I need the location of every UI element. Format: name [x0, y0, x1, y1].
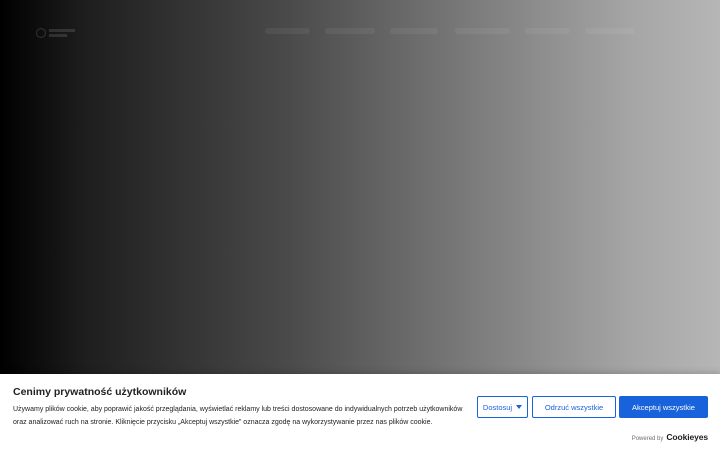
powered-by[interactable]: Powered by Cookieyes: [632, 432, 708, 442]
powered-by-label: Powered by: [631, 436, 664, 442]
accept-all-button[interactable]: Akceptuj wszystkie: [619, 396, 708, 418]
reject-all-button[interactable]: Odrzuć wszystkie: [532, 396, 616, 418]
page-background: [0, 0, 720, 374]
customize-button[interactable]: Dostosuj: [477, 396, 528, 418]
cookie-banner-title: Cenimy prywatność użytkowników: [13, 386, 187, 398]
cookie-banner-description: Używamy plików cookie, aby poprawić jako…: [13, 406, 463, 426]
reject-all-button-label: Odrzuć wszystkie: [544, 402, 604, 412]
caret-down-icon: [516, 405, 523, 409]
nav-placeholder: [265, 28, 310, 34]
nav-placeholder: [525, 28, 570, 34]
logo-icon[interactable]: [36, 26, 76, 40]
customize-button-label: Dostosuj: [482, 402, 513, 412]
nav-placeholder: [585, 28, 635, 34]
cookie-consent-banner: Cenimy prywatność użytkowników Używamy p…: [0, 374, 720, 450]
accept-all-button-label: Akceptuj wszystkie: [632, 402, 695, 412]
nav-placeholder: [325, 28, 375, 34]
nav-placeholder: [455, 28, 510, 34]
nav-placeholder: [390, 28, 438, 34]
cookieyes-brand: Cookieyes: [666, 432, 708, 442]
